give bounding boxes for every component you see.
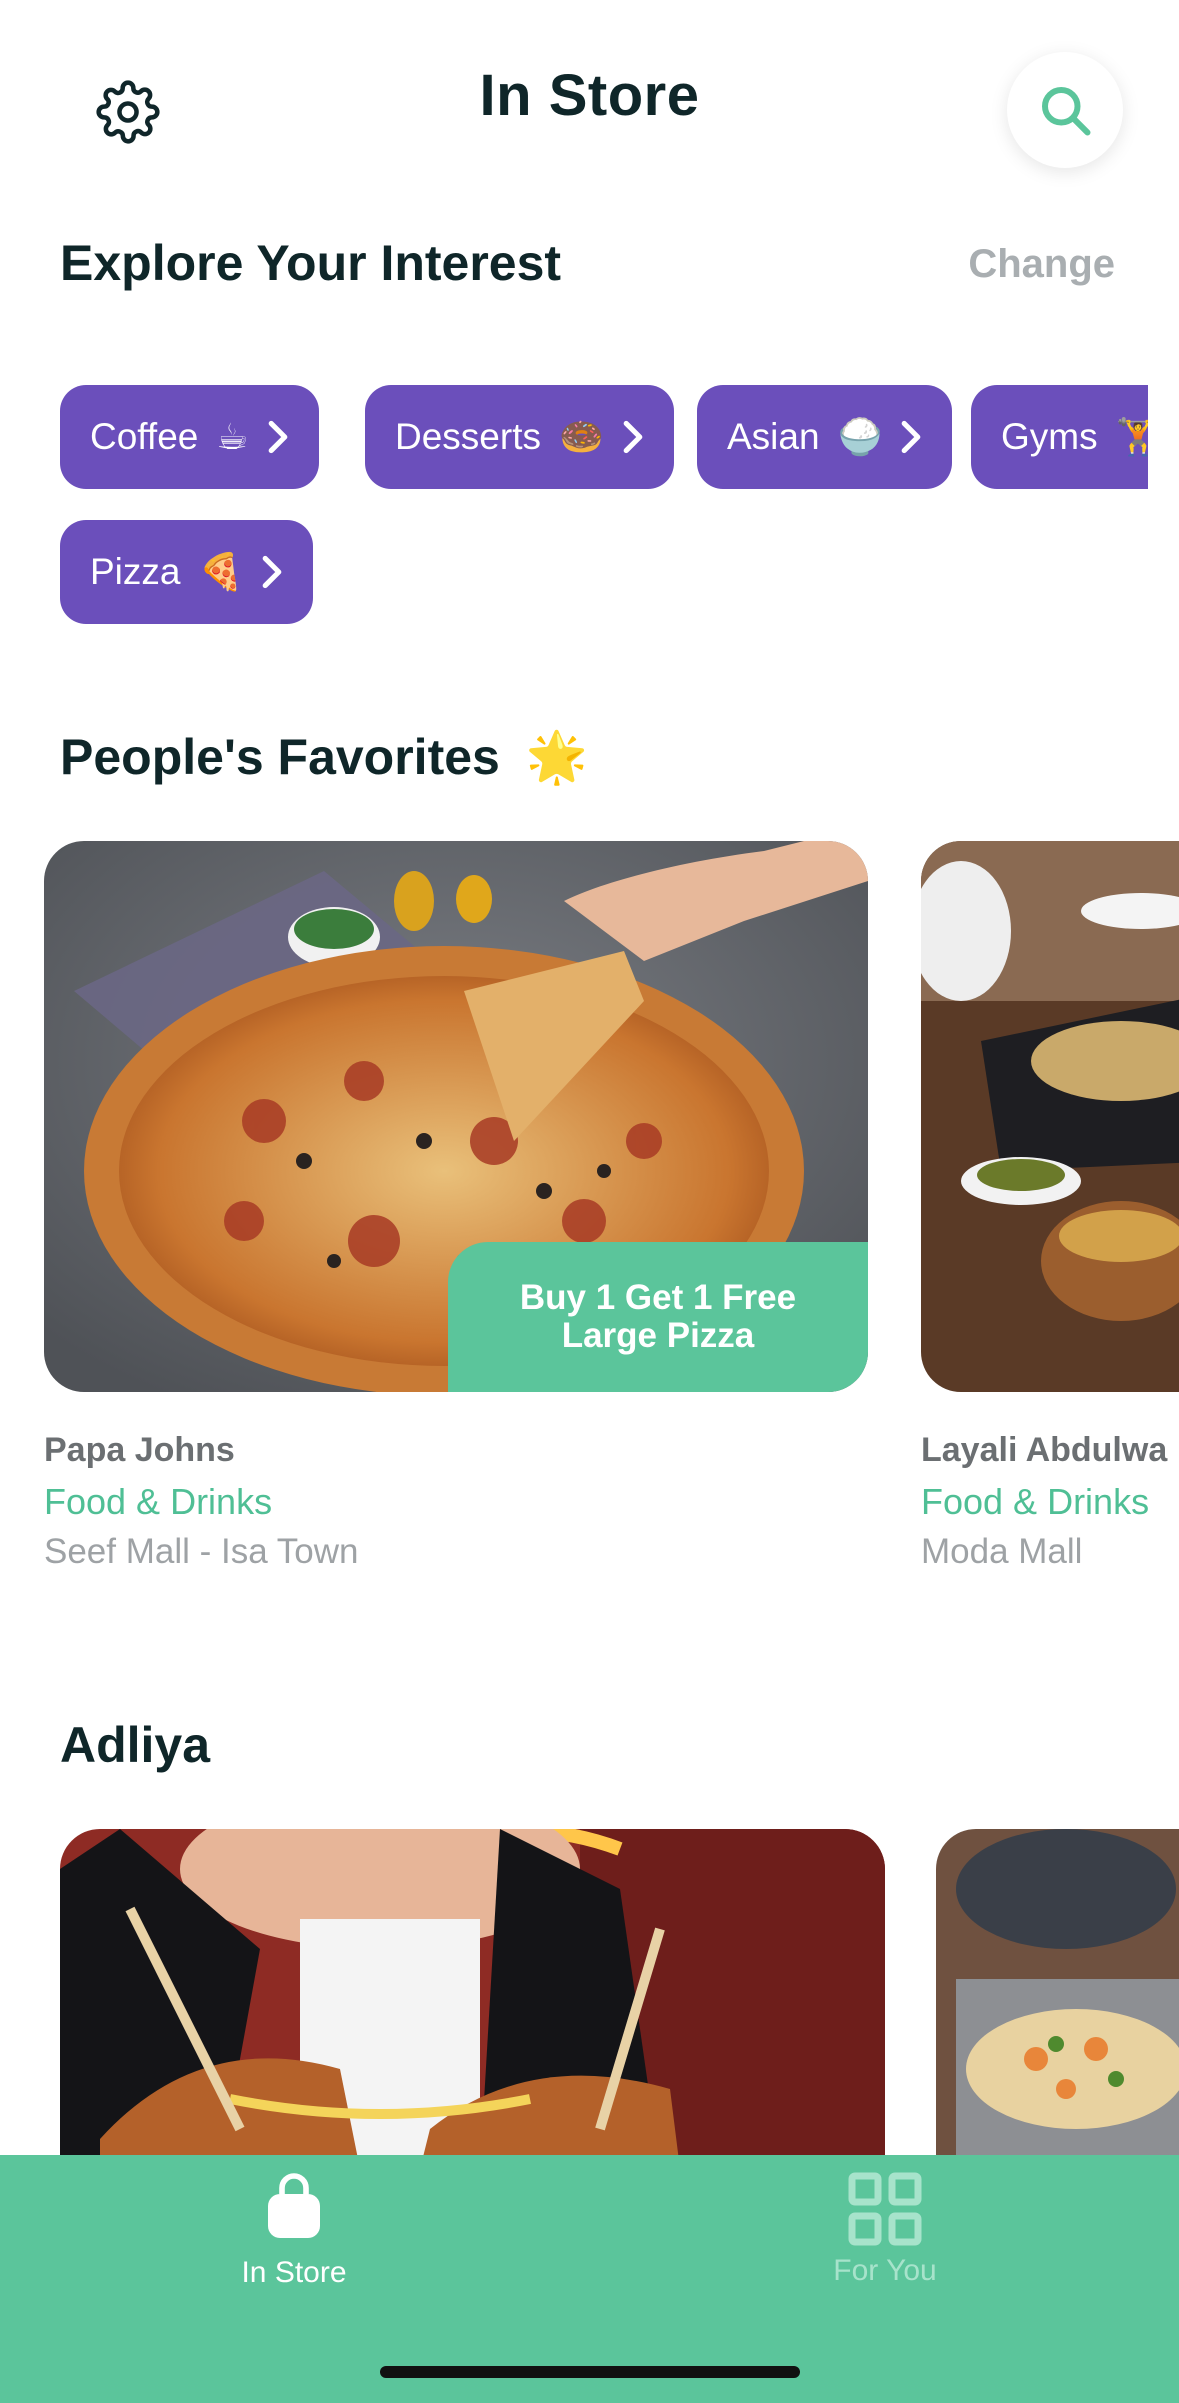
adliya-card-image[interactable] (60, 1829, 885, 2169)
card-merchant-name: Layali Abdulwa (921, 1431, 1168, 1469)
adliya-title: Adliya (60, 1717, 211, 1773)
change-interests-link[interactable]: Change (968, 242, 1115, 287)
favorites-title: People's Favorites 🌟 (60, 728, 588, 787)
card-location: Seef Mall - Isa Town (44, 1532, 359, 1571)
page-title: In Store (479, 63, 700, 128)
chip-label: Gyms (1001, 416, 1098, 457)
nav-label: In Store (241, 2256, 347, 2289)
nav-item-for-you[interactable]: For You (735, 2172, 1035, 2312)
nav-item-in-store[interactable]: In Store (144, 2172, 444, 2312)
chevron-right-icon (900, 420, 922, 454)
search-button[interactable] (1007, 52, 1123, 168)
interests-title: Explore Your Interest (60, 235, 562, 291)
chip-label: Desserts (395, 416, 541, 457)
chip-label: Asian (727, 416, 820, 457)
star-icon: 🌟 (525, 729, 589, 785)
card-location: Moda Mall (921, 1532, 1083, 1571)
favorites-title-text: People's Favorites (60, 729, 500, 785)
chip-gyms[interactable]: Gyms 🏋️ (971, 385, 1148, 489)
weightlifter-icon: 🏋️ (1115, 416, 1148, 457)
chip-label: Coffee (90, 416, 199, 457)
tacos-photo (936, 1829, 1179, 2169)
nav-label: For You (833, 2254, 937, 2287)
adliya-card-image[interactable] (936, 1829, 1179, 2169)
grid-icon (848, 2172, 922, 2246)
promo-badge: Buy 1 Get 1 Free Large Pizza (448, 1242, 868, 1392)
promo-line-1: Buy 1 Get 1 Free (519, 1278, 797, 1317)
chip-pizza[interactable]: Pizza 🍕 (60, 520, 314, 624)
rice-bowl-icon: 🍚 (837, 416, 883, 457)
donut-icon: 🍩 (558, 416, 604, 457)
sandwich-photo (60, 1829, 885, 2169)
chevron-right-icon (267, 420, 289, 454)
card-merchant-name: Papa Johns (44, 1431, 235, 1469)
card-category: Food & Drinks (44, 1481, 273, 1522)
chip-label: Pizza (90, 551, 181, 592)
interest-chips: Coffee ☕ Desserts 🍩 Asian 🍚 Gyms 🏋️ Pizz… (0, 380, 1148, 640)
chip-asian[interactable]: Asian 🍚 (697, 385, 953, 489)
search-icon (1042, 87, 1091, 136)
shopping-bag-icon (268, 2173, 320, 2238)
chip-desserts[interactable]: Desserts 🍩 (365, 385, 674, 489)
chevron-right-icon (622, 420, 644, 454)
restaurant-photo (921, 841, 1179, 1392)
home-indicator (380, 2366, 800, 2378)
chevron-right-icon (261, 555, 283, 589)
chip-coffee[interactable]: Coffee ☕ (60, 385, 319, 489)
coffee-icon: ☕ (216, 416, 249, 457)
promo-line-2: Large Pizza (561, 1316, 755, 1355)
favorite-card-image[interactable] (921, 841, 1179, 1392)
card-category: Food & Drinks (921, 1481, 1150, 1522)
pizza-icon: 🍕 (198, 551, 244, 592)
